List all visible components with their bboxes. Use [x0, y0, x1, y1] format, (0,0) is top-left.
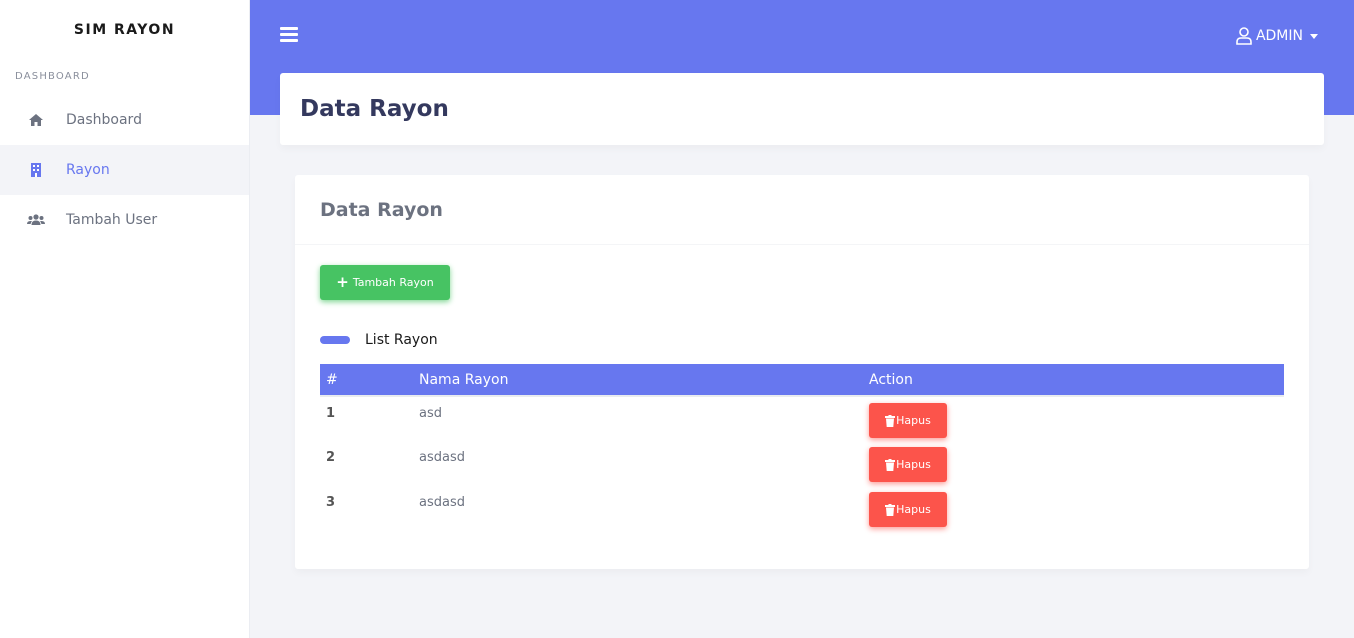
user-name: ADMIN: [1255, 28, 1303, 44]
row-action: Hapus: [863, 486, 1284, 531]
add-rayon-button[interactable]: + Tambah Rayon: [320, 265, 450, 300]
user-icon: [1236, 27, 1252, 45]
table-header-row: # Nama Rayon Action: [320, 364, 1284, 396]
card-header: Data Rayon: [295, 175, 1309, 245]
sidebar-item-label: Tambah User: [66, 212, 158, 228]
delete-label: Hapus: [896, 458, 931, 471]
rayon-table: # Nama Rayon Action 1 asd Hapus 2 asdasd: [320, 364, 1284, 531]
sidebar-item-tambah-user[interactable]: Tambah User: [0, 195, 249, 245]
delete-label: Hapus: [896, 503, 931, 516]
row-action: Hapus: [863, 441, 1284, 486]
delete-button[interactable]: Hapus: [869, 403, 947, 438]
column-header-number: #: [326, 371, 338, 388]
row-number: 2: [326, 450, 336, 465]
table-row: 1 asd Hapus: [320, 396, 1284, 441]
row-action: Hapus: [863, 396, 1284, 441]
add-rayon-label: Tambah Rayon: [352, 276, 434, 289]
sidebar-item-rayon[interactable]: Rayon: [0, 145, 249, 195]
chevron-down-icon: [1310, 33, 1318, 39]
table-row: 2 asdasd Hapus: [320, 441, 1284, 486]
row-name: asdasd: [419, 495, 465, 510]
column-header-name: Nama Rayon: [419, 371, 509, 388]
sidebar-heading: DASHBOARD: [15, 71, 90, 82]
section-title: List Rayon: [320, 332, 438, 348]
delete-button[interactable]: Hapus: [869, 492, 947, 527]
building-icon: [0, 163, 70, 177]
column-header-action: Action: [869, 371, 913, 388]
row-name: asd: [419, 406, 442, 421]
trash-icon: [885, 414, 896, 427]
row-number: 3: [326, 495, 336, 510]
plus-icon: +: [336, 273, 349, 291]
sidebar-item-label: Rayon: [66, 162, 110, 178]
delete-label: Hapus: [896, 414, 931, 427]
page-title: Data Rayon: [300, 96, 449, 122]
table-row: 3 asdasd Hapus: [320, 486, 1284, 531]
sidebar: SIM RAYON DASHBOARD Dashboard Rayon Tamb…: [0, 0, 250, 638]
section-title-text: List Rayon: [365, 332, 438, 348]
users-icon: [0, 214, 70, 226]
section-bar: [320, 336, 350, 344]
trash-icon: [885, 503, 896, 516]
delete-button[interactable]: Hapus: [869, 447, 947, 482]
brand-logo[interactable]: SIM RAYON: [0, 0, 249, 60]
row-number: 1: [326, 406, 336, 421]
row-name: asdasd: [419, 450, 465, 465]
trash-icon: [885, 458, 896, 471]
home-icon: [0, 113, 70, 127]
menu-toggle-icon[interactable]: [280, 27, 298, 43]
page-header: Data Rayon: [280, 73, 1324, 145]
sidebar-item-dashboard[interactable]: Dashboard: [0, 95, 249, 145]
card-title: Data Rayon: [320, 198, 443, 221]
rayon-card: Data Rayon + Tambah Rayon List Rayon # N…: [295, 175, 1309, 569]
user-dropdown[interactable]: ADMIN: [1236, 26, 1318, 46]
sidebar-item-label: Dashboard: [66, 112, 142, 128]
